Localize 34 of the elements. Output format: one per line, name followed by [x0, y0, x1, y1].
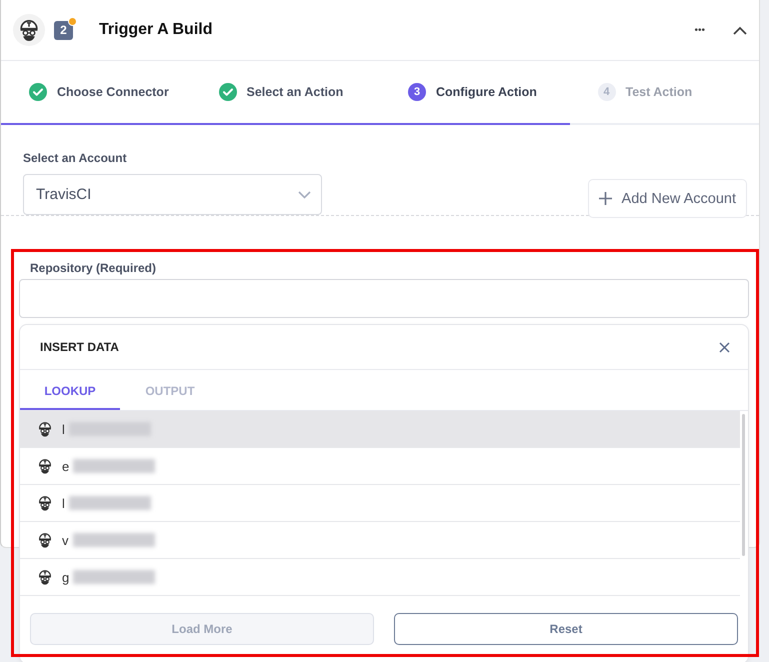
step-label[interactable]: Configure Action	[436, 85, 537, 99]
item-name: l	[62, 422, 65, 436]
step-label[interactable]: Select an Action	[246, 85, 344, 99]
reset-button[interactable]: Reset	[394, 613, 738, 645]
repository-field[interactable]	[19, 279, 749, 318]
lookup-item[interactable]: e	[20, 448, 740, 485]
lookup-item[interactable]: l	[20, 411, 740, 448]
step-number: 3	[408, 83, 426, 101]
account-select[interactable]: TravisCI	[23, 174, 322, 215]
card-title: Trigger A Build	[99, 21, 212, 39]
step-label[interactable]: Choose Connector	[57, 85, 169, 99]
add-account-button[interactable]: Add New Account	[588, 179, 747, 218]
mascot-icon	[36, 568, 54, 586]
field-label: Select an Account	[23, 151, 128, 165]
chevron-up-icon[interactable]	[733, 26, 747, 34]
item-name: l	[62, 496, 65, 510]
mascot-icon	[36, 420, 54, 438]
mascot-icon	[36, 457, 54, 475]
item-name: g	[62, 570, 70, 584]
step-number: 4	[598, 83, 616, 101]
chevron-down-icon	[298, 190, 311, 198]
lookup-item[interactable]: v	[20, 522, 740, 559]
panel-title: INSERT DATA	[40, 340, 119, 354]
lookup-item[interactable]: l	[20, 485, 740, 522]
field-label: Repository (Required)	[30, 261, 158, 275]
close-icon[interactable]	[719, 342, 730, 352]
plus-icon	[598, 192, 612, 205]
mascot-icon	[36, 531, 54, 549]
item-name: e	[62, 458, 70, 474]
more-button[interactable]: •••	[694, 24, 705, 36]
lookup-item[interactable]: g	[20, 559, 740, 596]
scrollbar[interactable]	[742, 414, 745, 556]
mascot-icon	[36, 494, 54, 512]
item-name: v	[62, 532, 68, 548]
